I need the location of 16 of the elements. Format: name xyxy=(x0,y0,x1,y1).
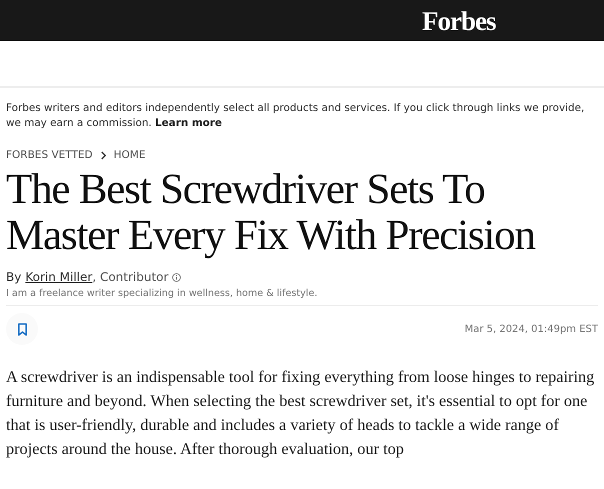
byline-prefix: By xyxy=(6,270,22,284)
author-role: , Contributor xyxy=(92,270,168,284)
info-icon[interactable] xyxy=(172,272,182,282)
article-paragraph: A screwdriver is an indispensable tool for fixing everything from loose hinges to repairing furniture and beyond. When selecting the best screwdriver set, it's essential to opt for one that is user-friendly, durable and includes a variety of heads to tackle a wide range of projects around the house. After thorough evaluation, our top xyxy=(6,366,596,460)
breadcrumb-link[interactable]: HOME xyxy=(114,149,146,161)
bookmark-button[interactable] xyxy=(6,313,38,345)
bookmark-icon xyxy=(16,322,28,336)
learn-more-link[interactable]: Learn more xyxy=(155,117,222,129)
logo[interactable]: Forbes xyxy=(422,6,496,36)
disclosure-text: Forbes writers and editors independently select all products and services. If you click through links we provide, we may earn a commission. Learn more xyxy=(6,101,586,131)
article-headline: The Best Screwdriver Sets To Master Every Fix With Precision xyxy=(6,167,536,259)
chevron-icon xyxy=(100,150,107,160)
breadcrumb-link[interactable]: FORBES VETTED xyxy=(6,149,93,161)
author-bio: I am a freelance writer specializing in wellness, home & lifestyle. xyxy=(6,288,598,306)
publish-date: Mar 5, 2024, 01:49pm EST xyxy=(464,324,598,334)
author-link[interactable]: Korin Miller xyxy=(25,270,92,284)
